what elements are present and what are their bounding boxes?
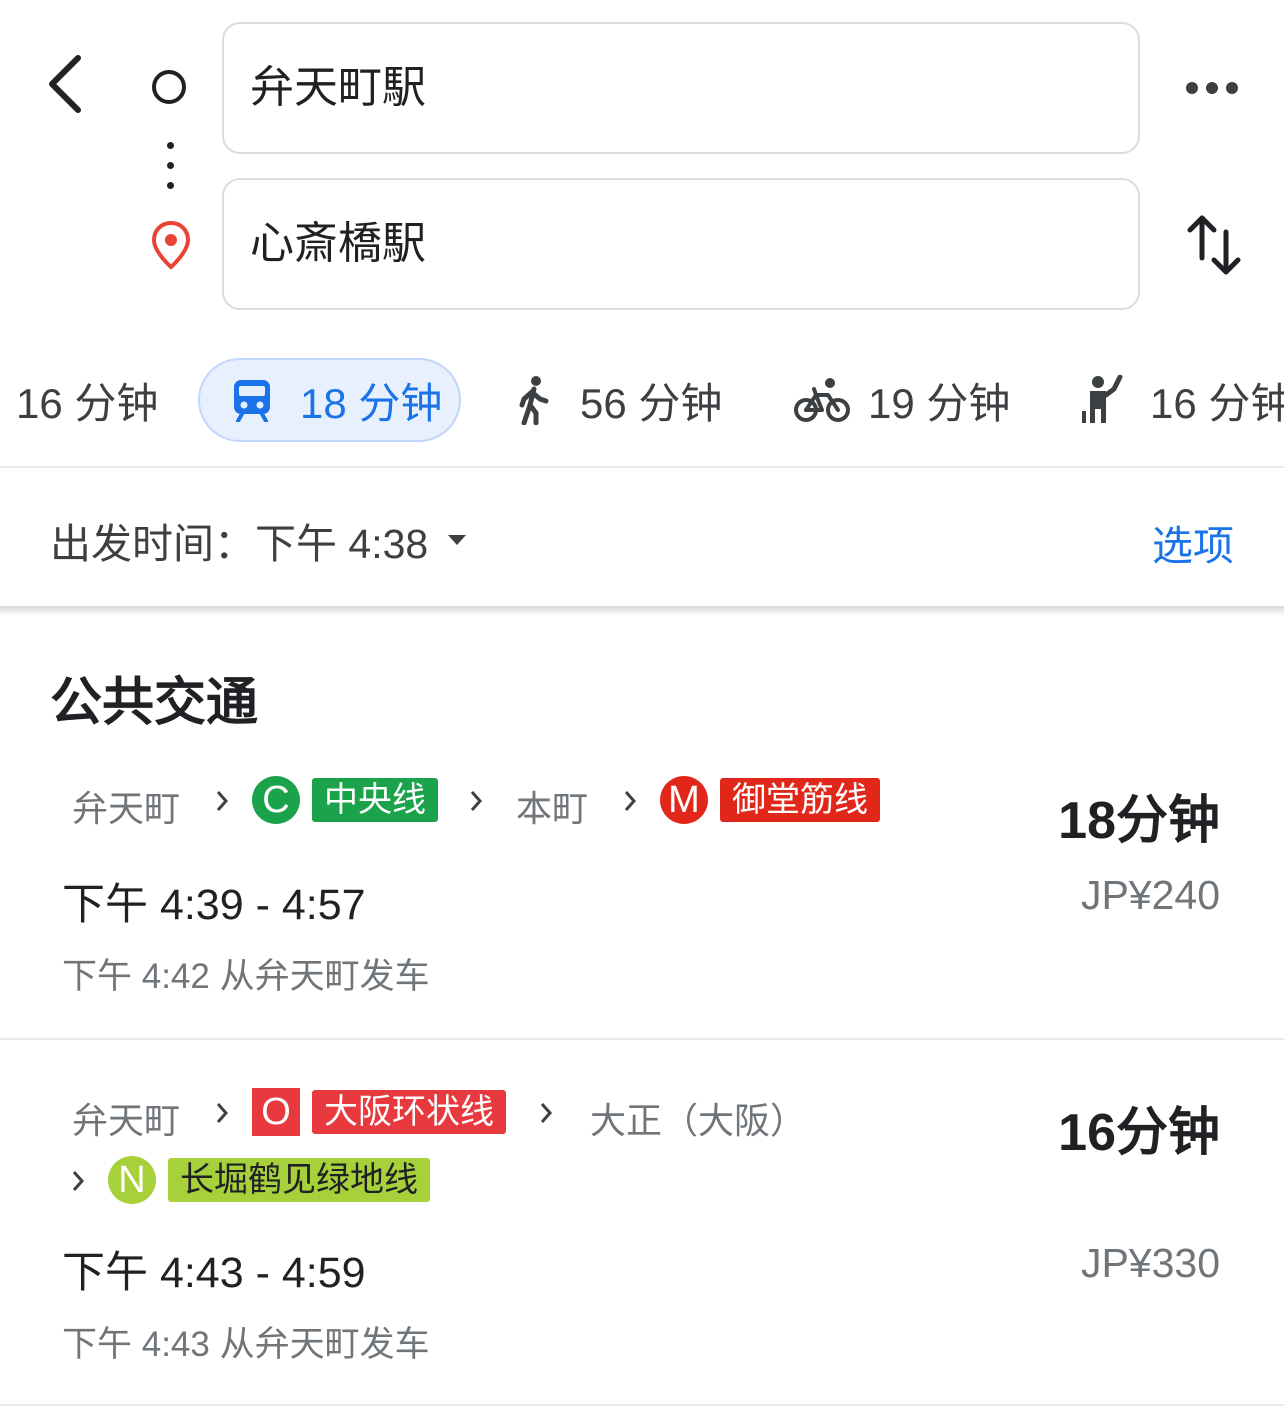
walk-icon (519, 376, 549, 425)
departure-time-selector[interactable]: 出发时间： 下午 4:38 (50, 510, 468, 570)
midosuji-line-icon: M (660, 776, 708, 824)
origin-circle-icon (152, 70, 186, 104)
stop-name: 本町 (516, 788, 589, 829)
walking-time-label: 56 分钟 (580, 379, 723, 427)
nagahori-line-icon: N (108, 1156, 156, 1204)
chevron-right-icon (216, 791, 229, 811)
departure-note: 下午 4:42 从弁天町发车 (62, 957, 430, 996)
departure-label: 出发时间： (50, 521, 255, 567)
route-option[interactable]: 弁天町 O 大阪环状线 大正（大阪） N 长堀鹤见绿地线 16分钟 下午 4:4… (0, 1068, 1284, 1388)
destination-input[interactable]: 心斎橋駅 (222, 178, 1140, 310)
options-link[interactable]: 选项 (1152, 512, 1234, 572)
stop-name: 弁天町 (72, 788, 181, 829)
bike-icon (794, 378, 850, 422)
chevron-right-icon (624, 791, 637, 811)
departure-time-value: 下午 4:38 (255, 521, 429, 567)
stop-name: 弁天町 (72, 1100, 181, 1141)
departure-note: 下午 4:43 从弁天町发车 (62, 1325, 430, 1364)
train-icon (234, 380, 270, 422)
divider-shadow (0, 606, 1284, 616)
section-title: 公共交通 (50, 674, 259, 732)
route-option[interactable]: 弁天町 C 中央线 本町 M 御堂筋线 18分钟 下午 4:39 - 4:57 … (0, 760, 1284, 1038)
tab-walking[interactable]: 56 分钟 (512, 358, 722, 442)
route-times: 下午 4:43 - 4:59 (62, 1249, 366, 1297)
stop-name: 大正（大阪） (590, 1100, 807, 1141)
line-badge: 中央线 (312, 778, 438, 822)
cycling-time-label: 19 分钟 (868, 379, 1011, 427)
chevron-right-icon (216, 1103, 229, 1123)
line-badge: 大阪环状线 (312, 1090, 506, 1134)
divider (0, 1038, 1284, 1040)
origin-input[interactable]: 弁天町駅 (222, 22, 1140, 154)
dropdown-caret-icon (448, 535, 467, 545)
route-fare: JP¥330 (1080, 1240, 1220, 1286)
chevron-right-icon (470, 791, 483, 811)
more-horizontal-icon (1186, 82, 1238, 94)
route-fare: JP¥240 (1080, 872, 1220, 918)
swap-arrows-icon (1187, 215, 1241, 275)
back-button[interactable] (40, 50, 96, 120)
ride-hailing-time-label: 16 分钟 (1150, 379, 1284, 427)
loop-line-icon: O (252, 1088, 300, 1136)
route-duration: 18分钟 (1058, 792, 1220, 850)
divider (0, 466, 1284, 468)
swap-locations-button[interactable] (1186, 212, 1242, 278)
tab-transit[interactable]: 18 分钟 (198, 358, 461, 442)
tab-cycling[interactable]: 19 分钟 (794, 358, 1010, 442)
back-arrow-icon (49, 55, 81, 113)
chevron-right-icon (72, 1171, 85, 1191)
driving-time-label: 16 分钟 (16, 379, 159, 427)
divider (0, 1404, 1284, 1406)
route-dot (167, 162, 174, 169)
tab-driving[interactable]: 16 分钟 (16, 358, 158, 442)
chevron-right-icon (540, 1103, 553, 1123)
line-badge: 御堂筋线 (720, 778, 880, 822)
route-times: 下午 4:39 - 4:57 (62, 881, 366, 929)
tab-ride-hailing[interactable]: 16 分钟 (1082, 358, 1284, 442)
chuo-line-icon: C (252, 776, 300, 824)
destination-pin-icon (150, 220, 192, 270)
transit-time-label: 18 分钟 (300, 379, 443, 427)
more-options-button[interactable] (1182, 70, 1242, 106)
route-dot (167, 142, 174, 149)
ride-hail-icon (1082, 375, 1123, 423)
route-dot (167, 182, 174, 189)
route-duration: 16分钟 (1058, 1104, 1220, 1162)
line-badge: 长堀鹤见绿地线 (168, 1158, 430, 1202)
